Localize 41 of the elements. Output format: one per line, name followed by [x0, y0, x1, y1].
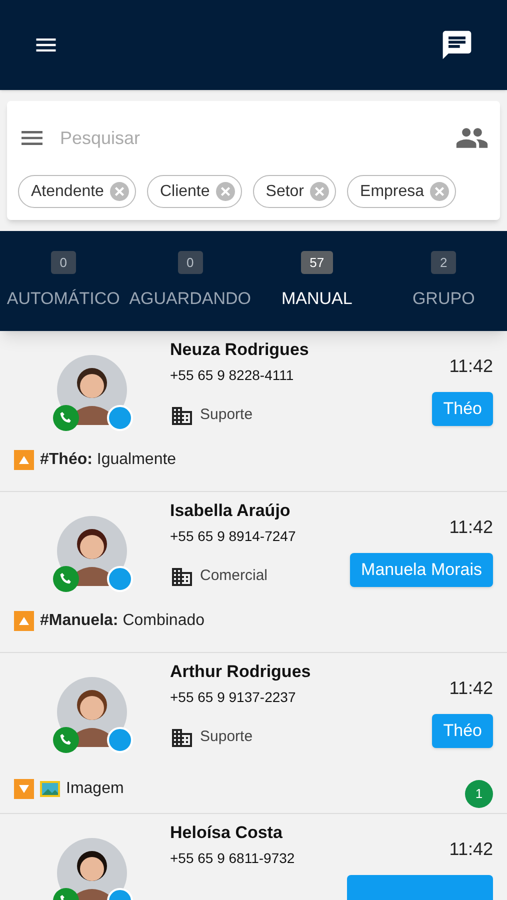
sector-label: Suporte: [200, 405, 253, 426]
message-preview: #Théo: Igualmente: [40, 450, 176, 470]
phone-number: +55 65 9 8914-7247: [170, 526, 297, 546]
contact-name: Isabella Araújo: [170, 500, 292, 522]
phone-icon: [53, 405, 79, 431]
sector-label: Suporte: [200, 727, 253, 748]
count-badge: 0: [50, 250, 76, 274]
phone-icon: [53, 727, 79, 753]
message-preview: #Manuela: Combinado: [40, 610, 205, 630]
close-icon[interactable]: [216, 182, 235, 201]
count-badge: 0: [178, 250, 203, 274]
tab[interactable]: 2 GRUPO: [380, 231, 507, 331]
phone-number: +55 65 9 9137-2237: [170, 688, 297, 706]
message-preview: Imagem: [66, 778, 124, 798]
count-badge: 57: [300, 250, 334, 274]
time-label: 11:42: [449, 355, 493, 378]
time-label: 11:42: [449, 838, 493, 861]
close-icon[interactable]: [430, 182, 450, 201]
close-icon[interactable]: [310, 182, 330, 201]
agent-tag[interactable]: [347, 875, 493, 900]
search-field[interactable]: Pesquisar: [60, 124, 441, 152]
sector-label: Comercial: [200, 566, 268, 586]
filter-chip[interactable]: Atendente: [18, 175, 136, 208]
filter-chip[interactable]: Setor: [252, 175, 336, 208]
phone-number: +55 65 9 8228-4111: [170, 366, 295, 384]
unread-badge: 1: [465, 780, 493, 808]
contact-name: Heloísa Costa: [170, 822, 284, 844]
phone-icon: [53, 566, 79, 592]
time-label: 11:42: [449, 677, 493, 700]
image-icon: [40, 780, 60, 796]
time-label: 11:42: [449, 516, 493, 539]
contact-name: Neuza Rodrigues: [170, 339, 310, 361]
contact-name: Arthur Rodrigues: [170, 661, 312, 683]
close-icon[interactable]: [110, 182, 129, 201]
tab[interactable]: 0 AUTOMÁTICO: [0, 231, 127, 331]
tab[interactable]: 0 AGUARDANDO: [126, 231, 254, 331]
phone-number: +55 65 9 6811-9732: [170, 848, 296, 868]
count-badge: 2: [431, 250, 456, 274]
filter-chip[interactable]: Empresa: [347, 175, 456, 208]
tab[interactable]: 57 MANUAL: [254, 231, 380, 331]
filter-chip[interactable]: Cliente: [146, 175, 242, 208]
